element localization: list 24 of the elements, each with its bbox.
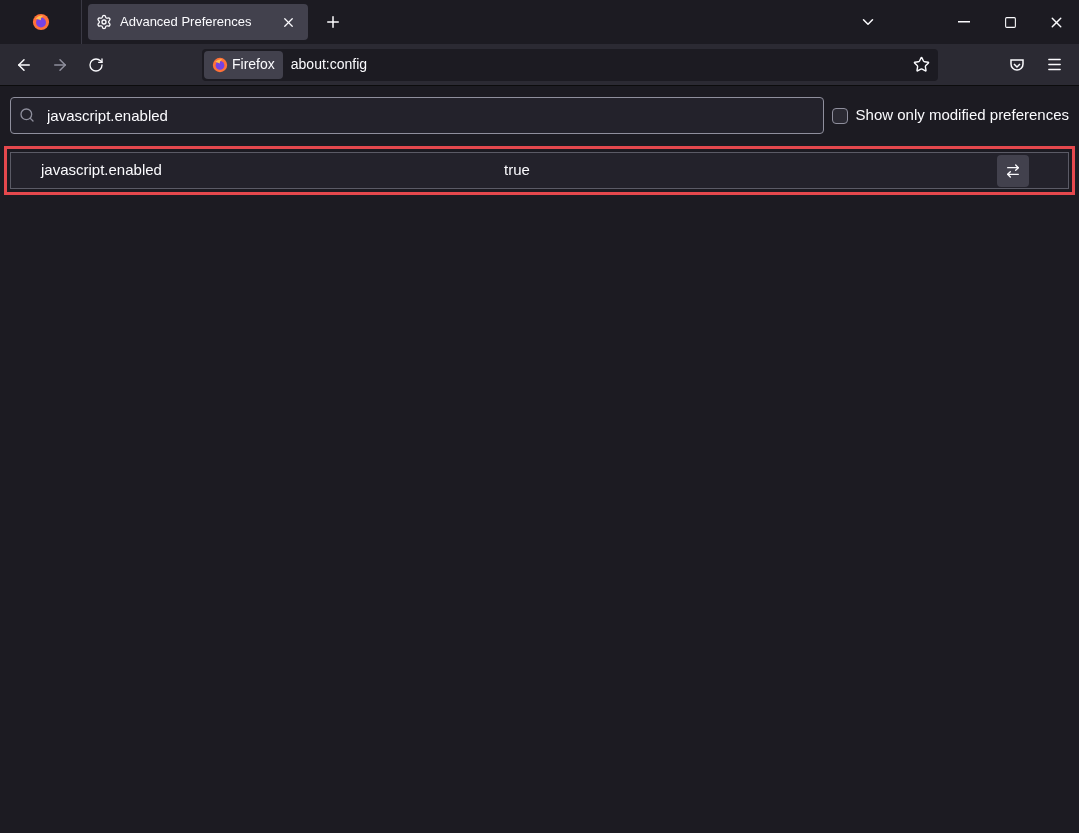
- tab-title: Advanced Preferences: [120, 13, 253, 32]
- browser-tab[interactable]: Advanced Preferences: [88, 4, 308, 40]
- reload-icon: [88, 56, 104, 73]
- swap-arrows-icon: [1005, 162, 1021, 179]
- browser-logo-icon: [31, 13, 50, 31]
- pocket-icon[interactable]: [1009, 56, 1025, 73]
- bookmark-star-icon[interactable]: [913, 56, 930, 73]
- checkbox-label: Show only modified preferences: [855, 105, 1069, 126]
- preference-name: javascript.enabled: [41, 160, 163, 181]
- address-bar[interactable]: Firefox about:config: [202, 48, 938, 81]
- preference-row[interactable]: javascript.enabled true: [10, 152, 1069, 189]
- toggle-button[interactable]: [997, 154, 1029, 187]
- search-icon: [19, 107, 35, 123]
- minimize-icon: [958, 21, 970, 23]
- settings-icon: [96, 14, 112, 30]
- checkbox[interactable]: [831, 107, 848, 124]
- identity-label: Firefox: [232, 55, 275, 74]
- search-field[interactable]: javascript.enabled: [10, 97, 824, 134]
- preference-value: true: [504, 160, 531, 181]
- browser-logo-icon: [212, 56, 228, 73]
- menu-icon[interactable]: [1046, 56, 1063, 73]
- plus-icon: [324, 13, 342, 31]
- url-text: about:config: [290, 55, 369, 74]
- maximize-icon: [1003, 15, 1017, 29]
